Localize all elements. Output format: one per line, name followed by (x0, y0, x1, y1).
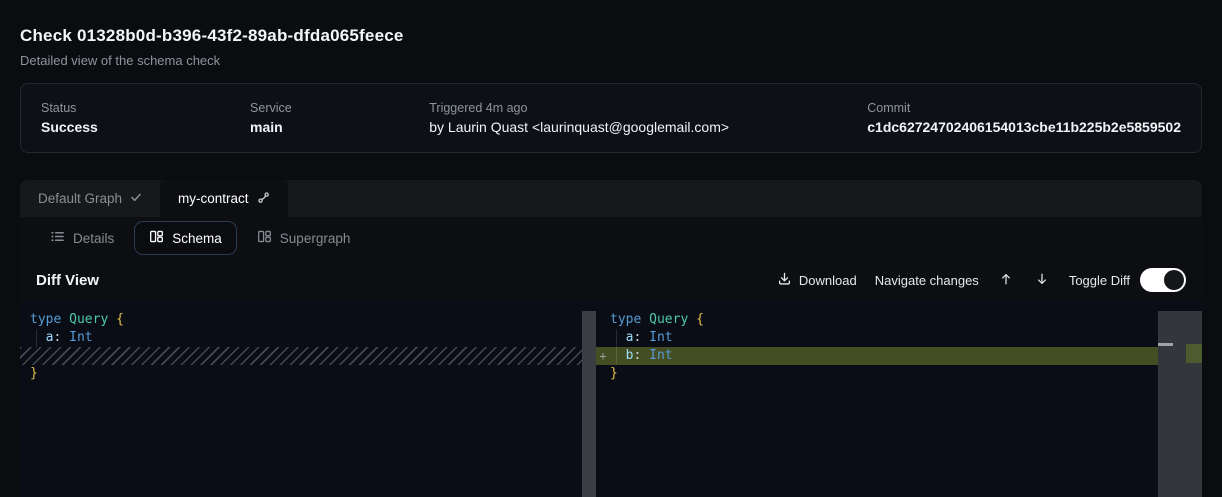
code-text: type Query { (610, 311, 704, 329)
diff-gutter (596, 365, 610, 383)
code-line: } (596, 365, 1202, 383)
diff-header: Diff View Download Navigate changes (20, 259, 1202, 301)
check-detail-panel: Default Graph my-contract (20, 180, 1202, 497)
ruler-position-tick (1158, 343, 1173, 346)
schema-check-page: Check 01328b0d-b396-43f2-89ab-dfda065fee… (0, 0, 1222, 497)
code-text: b: Int (610, 347, 673, 365)
navigate-changes-label: Navigate changes (875, 273, 979, 288)
diff-gutter (596, 311, 610, 329)
tab-supergraph-label: Supergraph (280, 231, 351, 246)
status-value: Success (41, 119, 250, 135)
code-line: a: Int (20, 329, 596, 347)
service-label: Service (250, 101, 429, 115)
code-text: type Query { (30, 311, 124, 329)
code-line: + b: Int (596, 347, 1202, 365)
page-subtitle: Detailed view of the schema check (20, 53, 1202, 68)
triggered-value: by Laurin Quast <laurinquast@googlemail.… (429, 119, 867, 135)
original-code: type Query { a: Int} (20, 301, 596, 383)
code-text: } (30, 365, 38, 383)
tab-my-contract[interactable]: my-contract (160, 180, 288, 217)
panels-icon (149, 229, 164, 247)
code-text: } (610, 365, 618, 383)
modified-code: type Query { a: Int+ b: Int} (596, 301, 1202, 383)
panels-icon (257, 229, 272, 247)
toggle-diff-switch[interactable] (1140, 268, 1186, 292)
download-button[interactable]: Download (777, 271, 857, 289)
original-scrollbar[interactable] (582, 311, 596, 497)
triggered-label: Triggered 4m ago (429, 101, 867, 115)
triggered-field: Triggered 4m ago by Laurin Quast <laurin… (429, 101, 867, 135)
code-text: a: Int (30, 329, 93, 347)
code-line: a: Int (596, 329, 1202, 347)
diff-placeholder-line (20, 347, 596, 365)
code-line: } (20, 365, 596, 383)
indent-guide (616, 329, 617, 365)
page-title: Check 01328b0d-b396-43f2-89ab-dfda065fee… (20, 26, 1202, 46)
tab-default-graph[interactable]: Default Graph (20, 180, 160, 217)
diff-pane-modified: type Query { a: Int+ b: Int} (596, 301, 1202, 497)
page-header: Check 01328b0d-b396-43f2-89ab-dfda065fee… (20, 26, 1202, 68)
diff-editor: type Query { a: Int} type Query { a: Int… (20, 301, 1202, 497)
check-meta-card: Status Success Service main Triggered 4m… (20, 83, 1202, 153)
status-field: Status Success (41, 101, 250, 135)
overview-ruler[interactable] (1158, 311, 1202, 497)
code-line: type Query { (20, 311, 596, 329)
tab-default-graph-label: Default Graph (38, 191, 122, 206)
arrow-down-icon (1035, 272, 1049, 289)
status-label: Status (41, 101, 250, 115)
tab-details[interactable]: Details (40, 222, 124, 254)
diff-view-title: Diff View (36, 272, 99, 289)
code-line: type Query { (596, 311, 1202, 329)
toggle-knob (1164, 270, 1184, 290)
tab-details-label: Details (73, 231, 114, 246)
diff-gutter (596, 329, 610, 347)
diff-pane-original: type Query { a: Int} (20, 301, 596, 497)
tab-my-contract-label: my-contract (178, 191, 249, 206)
arrow-up-icon (999, 272, 1013, 289)
service-field: Service main (250, 101, 429, 135)
commit-field: Commit c1dc62724702406154013cbe11b225b2e… (867, 101, 1181, 135)
indent-guide (36, 329, 37, 347)
toggle-diff-label: Toggle Diff (1069, 273, 1130, 288)
download-icon (777, 271, 792, 289)
ruler-added-marker (1186, 344, 1202, 363)
download-label: Download (799, 273, 857, 288)
next-change-button[interactable] (1033, 270, 1051, 291)
diff-toolbar: Download Navigate changes (777, 268, 1186, 292)
check-icon (130, 191, 142, 206)
list-icon (50, 229, 65, 247)
contract-icon (257, 191, 270, 207)
code-text: a: Int (610, 329, 673, 347)
commit-value: c1dc62724702406154013cbe11b225b2e5859502 (867, 119, 1181, 135)
tab-schema[interactable]: Schema (134, 221, 237, 255)
commit-label: Commit (867, 101, 1181, 115)
tab-supergraph[interactable]: Supergraph (247, 222, 361, 254)
tab-schema-label: Schema (172, 231, 222, 246)
graph-tab-strip: Default Graph my-contract (20, 180, 1202, 217)
previous-change-button[interactable] (997, 270, 1015, 291)
diff-gutter: + (596, 347, 610, 365)
service-value: main (250, 119, 429, 135)
view-tab-bar: Details Schema (20, 217, 1202, 259)
toggle-diff-control: Toggle Diff (1069, 268, 1186, 292)
